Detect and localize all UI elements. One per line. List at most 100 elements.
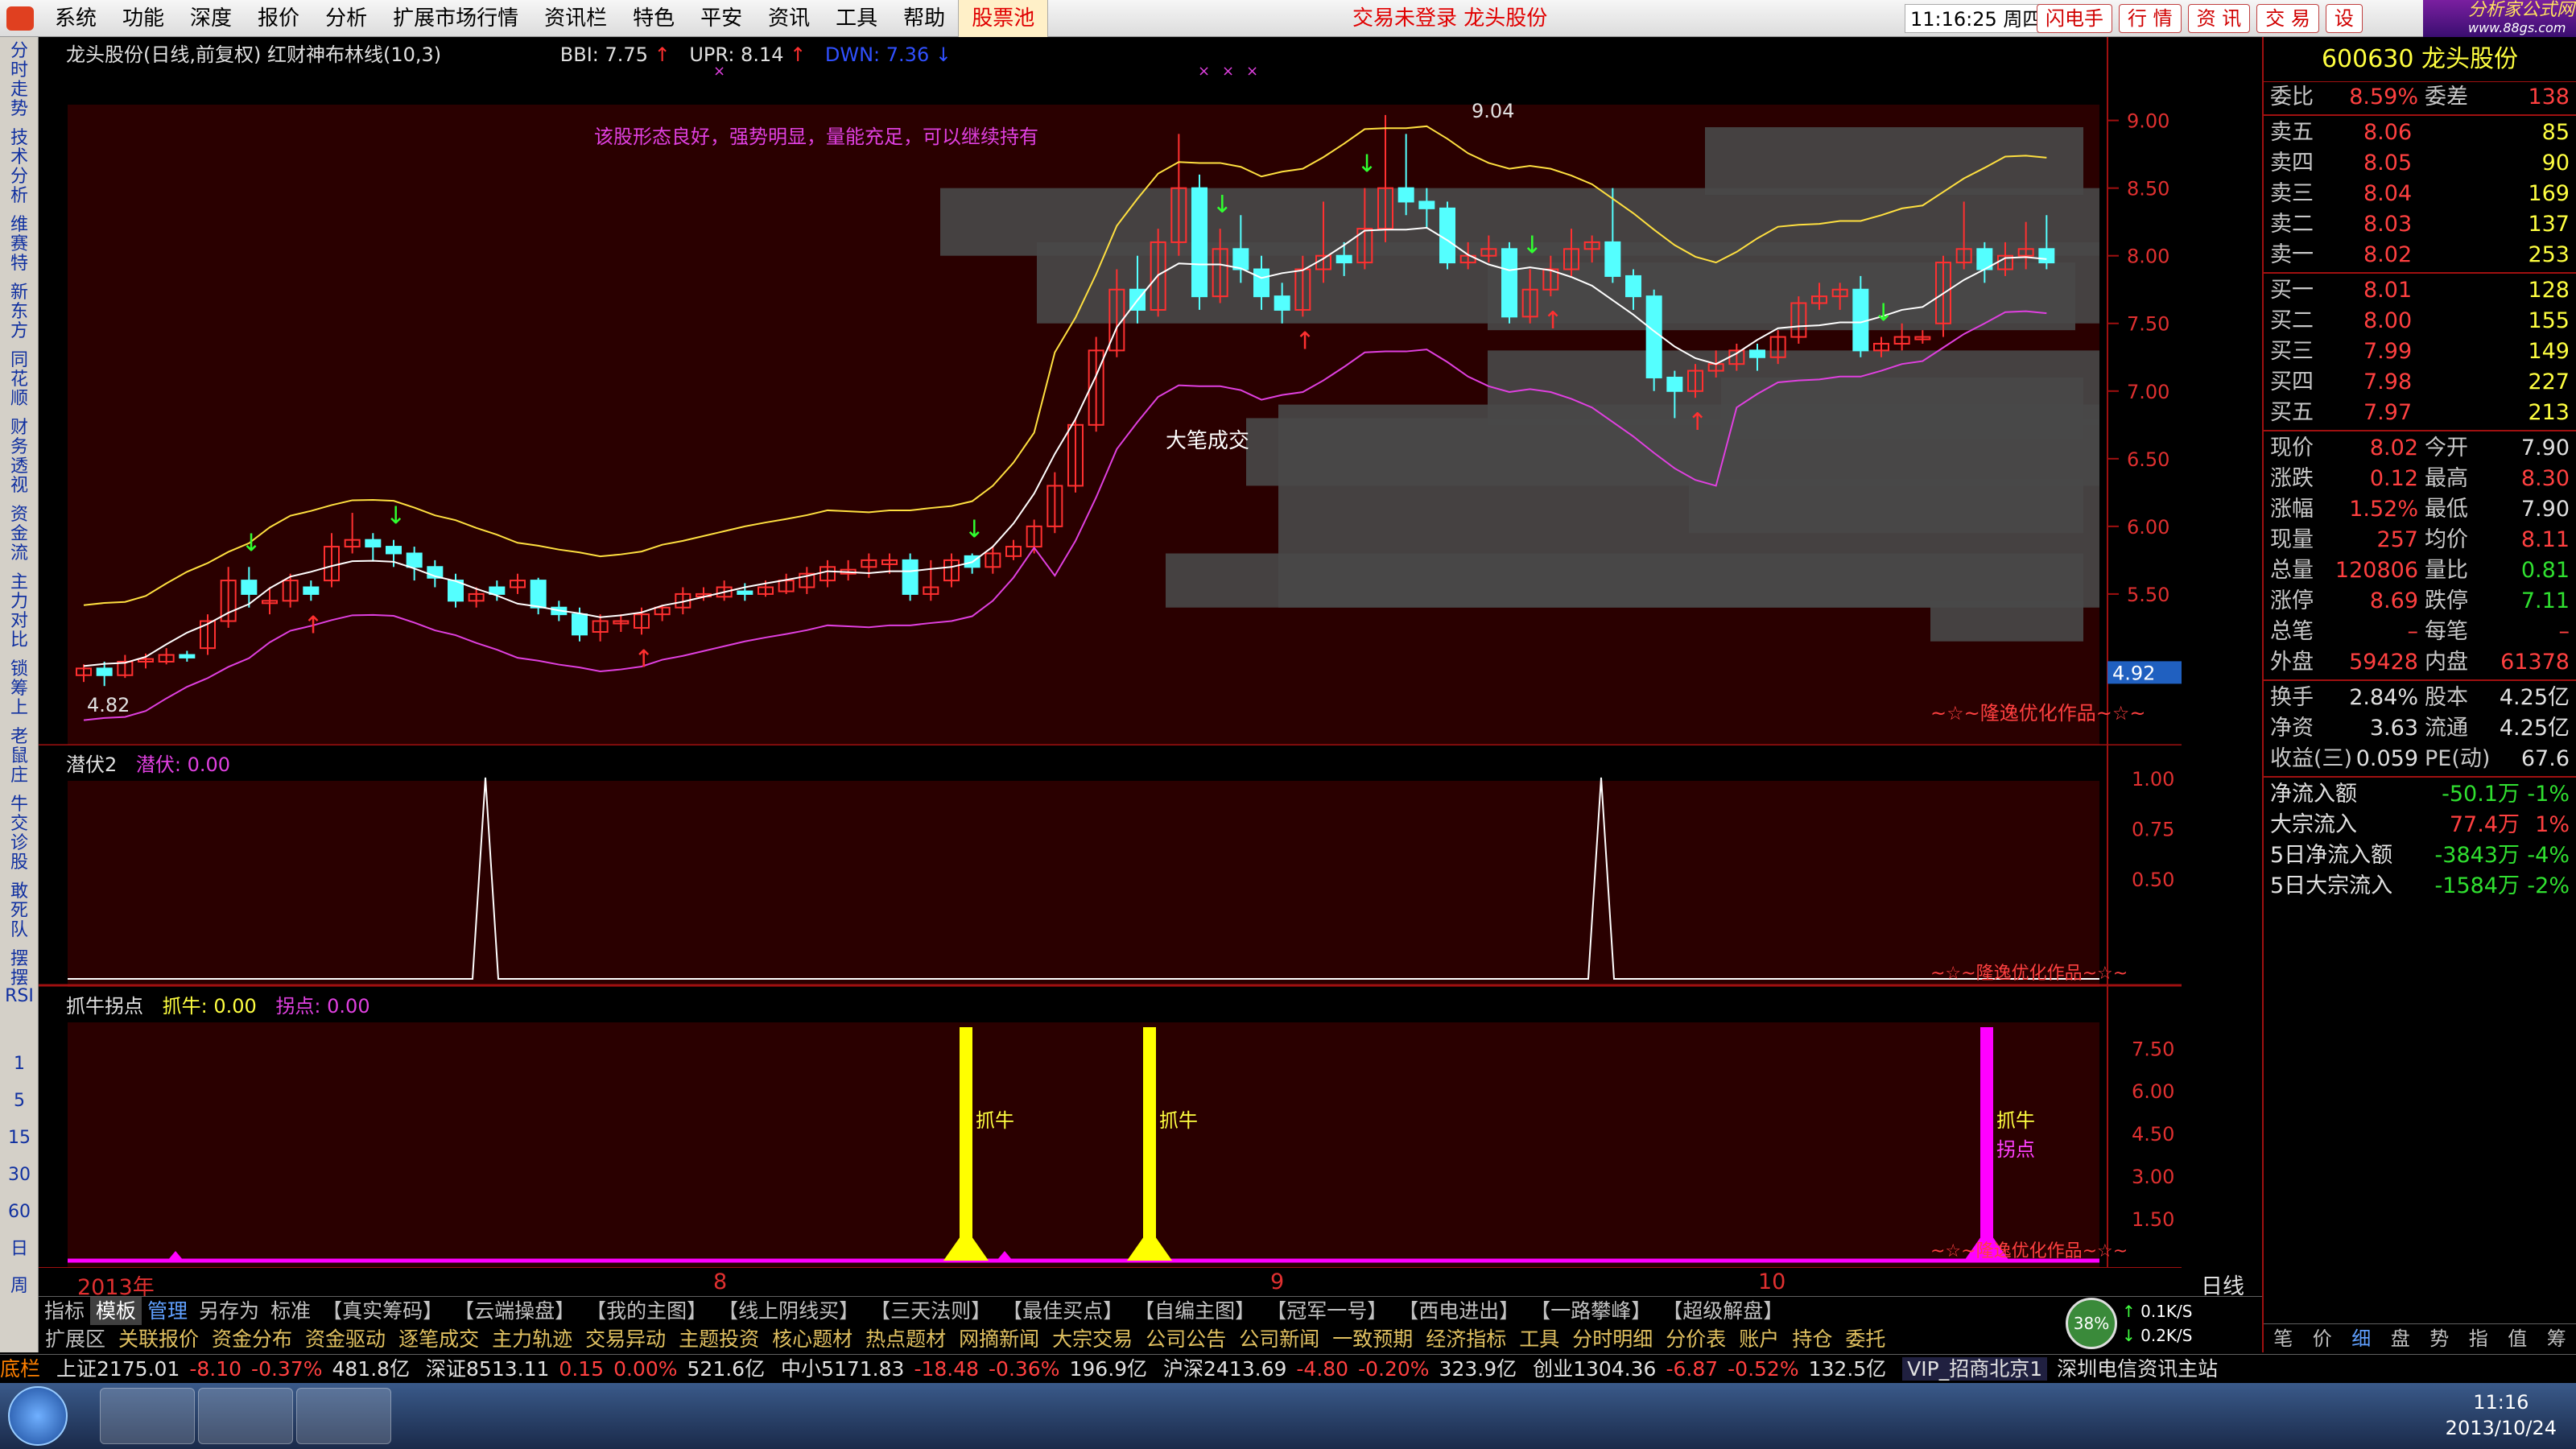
hs-index[interactable]: 沪深2413.69	[1163, 1357, 1286, 1381]
zx-index[interactable]: 中小5171.83	[781, 1357, 904, 1381]
left-toolbar-item[interactable]: 维赛特	[2, 216, 36, 274]
book-row[interactable]: 买四 7.98 227	[2264, 367, 2576, 398]
indicator-tab[interactable]: 【超级解盘】	[1657, 1297, 1789, 1325]
main-chart-svg[interactable]: 5.50 6.00 6.50 7.00 7.50 8.00 8.50 9.00 4.92 ↓ ↓ ↓ ↓…	[39, 37, 2188, 747]
indicator-tab[interactable]: 【我的主图】	[580, 1297, 712, 1325]
book-row[interactable]: 买一 8.01 128	[2264, 275, 2576, 306]
extension-tab[interactable]: 交易异动	[579, 1325, 672, 1354]
left-toolbar-item[interactable]: 日	[2, 1240, 36, 1259]
menu-item[interactable]: 帮助	[890, 0, 958, 37]
indicator-tab[interactable]: 【冠军一号】	[1261, 1297, 1393, 1325]
left-toolbar-item[interactable]: 牛交诊股	[2, 795, 36, 873]
indicator-tab[interactable]: 【云端操盘】	[448, 1297, 580, 1325]
taskbar-app-2-icon[interactable]	[198, 1388, 293, 1444]
left-toolbar-item[interactable]: 同花顺	[2, 351, 36, 409]
extension-tab[interactable]: 逐笔成交	[392, 1325, 485, 1354]
quick-button[interactable]: 交 易	[2256, 4, 2319, 33]
indicator-tab[interactable]: 【一路攀峰】	[1525, 1297, 1657, 1325]
extension-tab[interactable]: 网摘新闻	[952, 1325, 1046, 1354]
extension-tab[interactable]: 公司新闻	[1232, 1325, 1326, 1354]
extension-tab[interactable]: 关联报价	[112, 1325, 205, 1354]
left-toolbar-item[interactable]: 1	[2, 1055, 36, 1074]
left-toolbar-item[interactable]: 老鼠庄	[2, 728, 36, 786]
indicator-tab[interactable]: 【自编主图】	[1129, 1297, 1261, 1325]
taskbar-app-1-icon[interactable]	[100, 1388, 195, 1444]
menu-item[interactable]: 工具	[823, 0, 890, 37]
taskbar-app-3-icon[interactable]	[296, 1388, 391, 1444]
extension-tab[interactable]: 资金驱动	[299, 1325, 392, 1354]
panel-tab[interactable]: 势	[2420, 1324, 2459, 1352]
indicator-tab[interactable]: 【西电进出】	[1393, 1297, 1525, 1325]
left-toolbar-item[interactable]: 60	[2, 1203, 36, 1222]
extension-tab[interactable]: 资金分布	[205, 1325, 299, 1354]
extension-tab[interactable]: 委托	[1839, 1325, 1892, 1354]
system-clock[interactable]: 11:16 2013/10/24	[2446, 1389, 2557, 1441]
extension-tab[interactable]: 持仓	[1785, 1325, 1839, 1354]
menu-item[interactable]: 分析	[312, 0, 380, 37]
left-toolbar-item[interactable]: 新东方	[2, 283, 36, 341]
left-toolbar-item[interactable]: 分时走势	[2, 42, 36, 119]
book-row[interactable]: 买二 8.00 155	[2264, 306, 2576, 336]
flow-row[interactable]: 净流入额 -50.1万 -1%	[2264, 779, 2576, 810]
extension-tab[interactable]: 公司公告	[1139, 1325, 1232, 1354]
menu-item[interactable]: 股票池	[958, 0, 1049, 37]
extension-tab[interactable]: 热点题材	[859, 1325, 952, 1354]
sh-index[interactable]: 上证2175.01	[56, 1357, 180, 1381]
indicator-tab[interactable]: 标准	[265, 1297, 316, 1325]
quick-button[interactable]: 设	[2325, 4, 2363, 33]
panel-tab[interactable]: 盘	[2381, 1324, 2421, 1352]
left-toolbar-item[interactable]: 周	[2, 1277, 36, 1296]
indicator-tab[interactable]: 指标	[39, 1297, 90, 1325]
menu-item[interactable]: 平安	[687, 0, 755, 37]
extension-tab[interactable]: 工具	[1513, 1325, 1566, 1354]
panel-tab[interactable]: 筹	[2537, 1324, 2576, 1352]
menu-item[interactable]: 深度	[177, 0, 245, 37]
extension-tab[interactable]: 核心题材	[766, 1325, 859, 1354]
panel-tab[interactable]: 笔	[2264, 1324, 2303, 1352]
book-row[interactable]: 卖二 8.03 137	[2264, 209, 2576, 240]
left-toolbar-item[interactable]: RSI	[2, 987, 36, 1006]
zhuaniu-svg[interactable]: 7.50 6.00 4.50 3.00 1.50 抓牛 抓牛 抓牛拐点 ~☆~隆逸优化作品~☆~	[39, 987, 2182, 1267]
panel-tab[interactable]: 指	[2459, 1324, 2499, 1352]
menu-item[interactable]: 特色	[620, 0, 687, 37]
speed-gauge[interactable]: 38%	[2066, 1298, 2117, 1349]
book-row[interactable]: 卖五 8.06 85	[2264, 118, 2576, 148]
extension-tab[interactable]: 大宗交易	[1046, 1325, 1139, 1354]
book-row[interactable]: 卖四 8.05 90	[2264, 148, 2576, 179]
menu-item[interactable]: 扩展市场行情	[380, 0, 531, 37]
main-chart[interactable]: 5.50 6.00 6.50 7.00 7.50 8.00 8.50 9.00 4.92 ↓ ↓ ↓ ↓…	[39, 37, 2188, 747]
extension-tab[interactable]: 扩展区	[39, 1325, 112, 1354]
panel-tab[interactable]: 细	[2342, 1324, 2381, 1352]
menu-item[interactable]: 报价	[245, 0, 312, 37]
menu-item[interactable]: 资讯栏	[531, 0, 620, 37]
left-toolbar-item[interactable]: 30	[2, 1166, 36, 1185]
qianfu-svg[interactable]: 1.00 0.75 0.50 ~☆~隆逸优化作品~☆~	[39, 745, 2182, 987]
left-toolbar-item[interactable]: 主力对比	[2, 573, 36, 650]
ticker-label[interactable]: 底栏	[0, 1357, 40, 1381]
flow-row[interactable]: 5日净流入额 -3843万 -4%	[2264, 840, 2576, 871]
left-toolbar-item[interactable]: 敢死队	[2, 882, 36, 940]
extension-tab[interactable]: 主力轨迹	[485, 1325, 579, 1354]
book-row[interactable]: 卖一 8.02 253	[2264, 240, 2576, 270]
left-toolbar-item[interactable]: 15	[2, 1129, 36, 1148]
indicator-tab[interactable]: 模板	[90, 1297, 142, 1325]
flow-row[interactable]: 5日大宗流入 -1584万 -2%	[2264, 871, 2576, 902]
data-site[interactable]: 深圳电信资讯主站	[2057, 1357, 2218, 1381]
sz-index[interactable]: 深证8513.11	[426, 1357, 549, 1381]
extension-tab[interactable]: 账户	[1732, 1325, 1785, 1354]
book-row[interactable]: 买五 7.97 213	[2264, 398, 2576, 428]
extension-tab[interactable]: 分价表	[1659, 1325, 1732, 1354]
left-toolbar-item[interactable]: 锁筹上	[2, 660, 36, 718]
sub-chart-zhuaniu[interactable]: 7.50 6.00 4.50 3.00 1.50 抓牛 抓牛 抓牛 拐点 ~☆~隆逸优化作品~☆~…	[39, 987, 2182, 1277]
panel-tab[interactable]: 价	[2303, 1324, 2343, 1352]
indicator-tab[interactable]: 【真实筹码】	[316, 1297, 448, 1325]
left-toolbar-item[interactable]: 资金流	[2, 506, 36, 564]
quick-button[interactable]: 资 讯	[2187, 4, 2251, 33]
indicator-tab[interactable]: 管理	[142, 1297, 193, 1325]
indicator-tab[interactable]: 另存为	[193, 1297, 265, 1325]
start-button-icon[interactable]	[8, 1386, 68, 1446]
extension-tab[interactable]: 分时明细	[1566, 1325, 1659, 1354]
cy-index[interactable]: 创业1304.36	[1533, 1357, 1656, 1381]
indicator-tab[interactable]: 【线上阴线买】	[712, 1297, 865, 1325]
menu-item[interactable]: 系统	[42, 0, 109, 37]
